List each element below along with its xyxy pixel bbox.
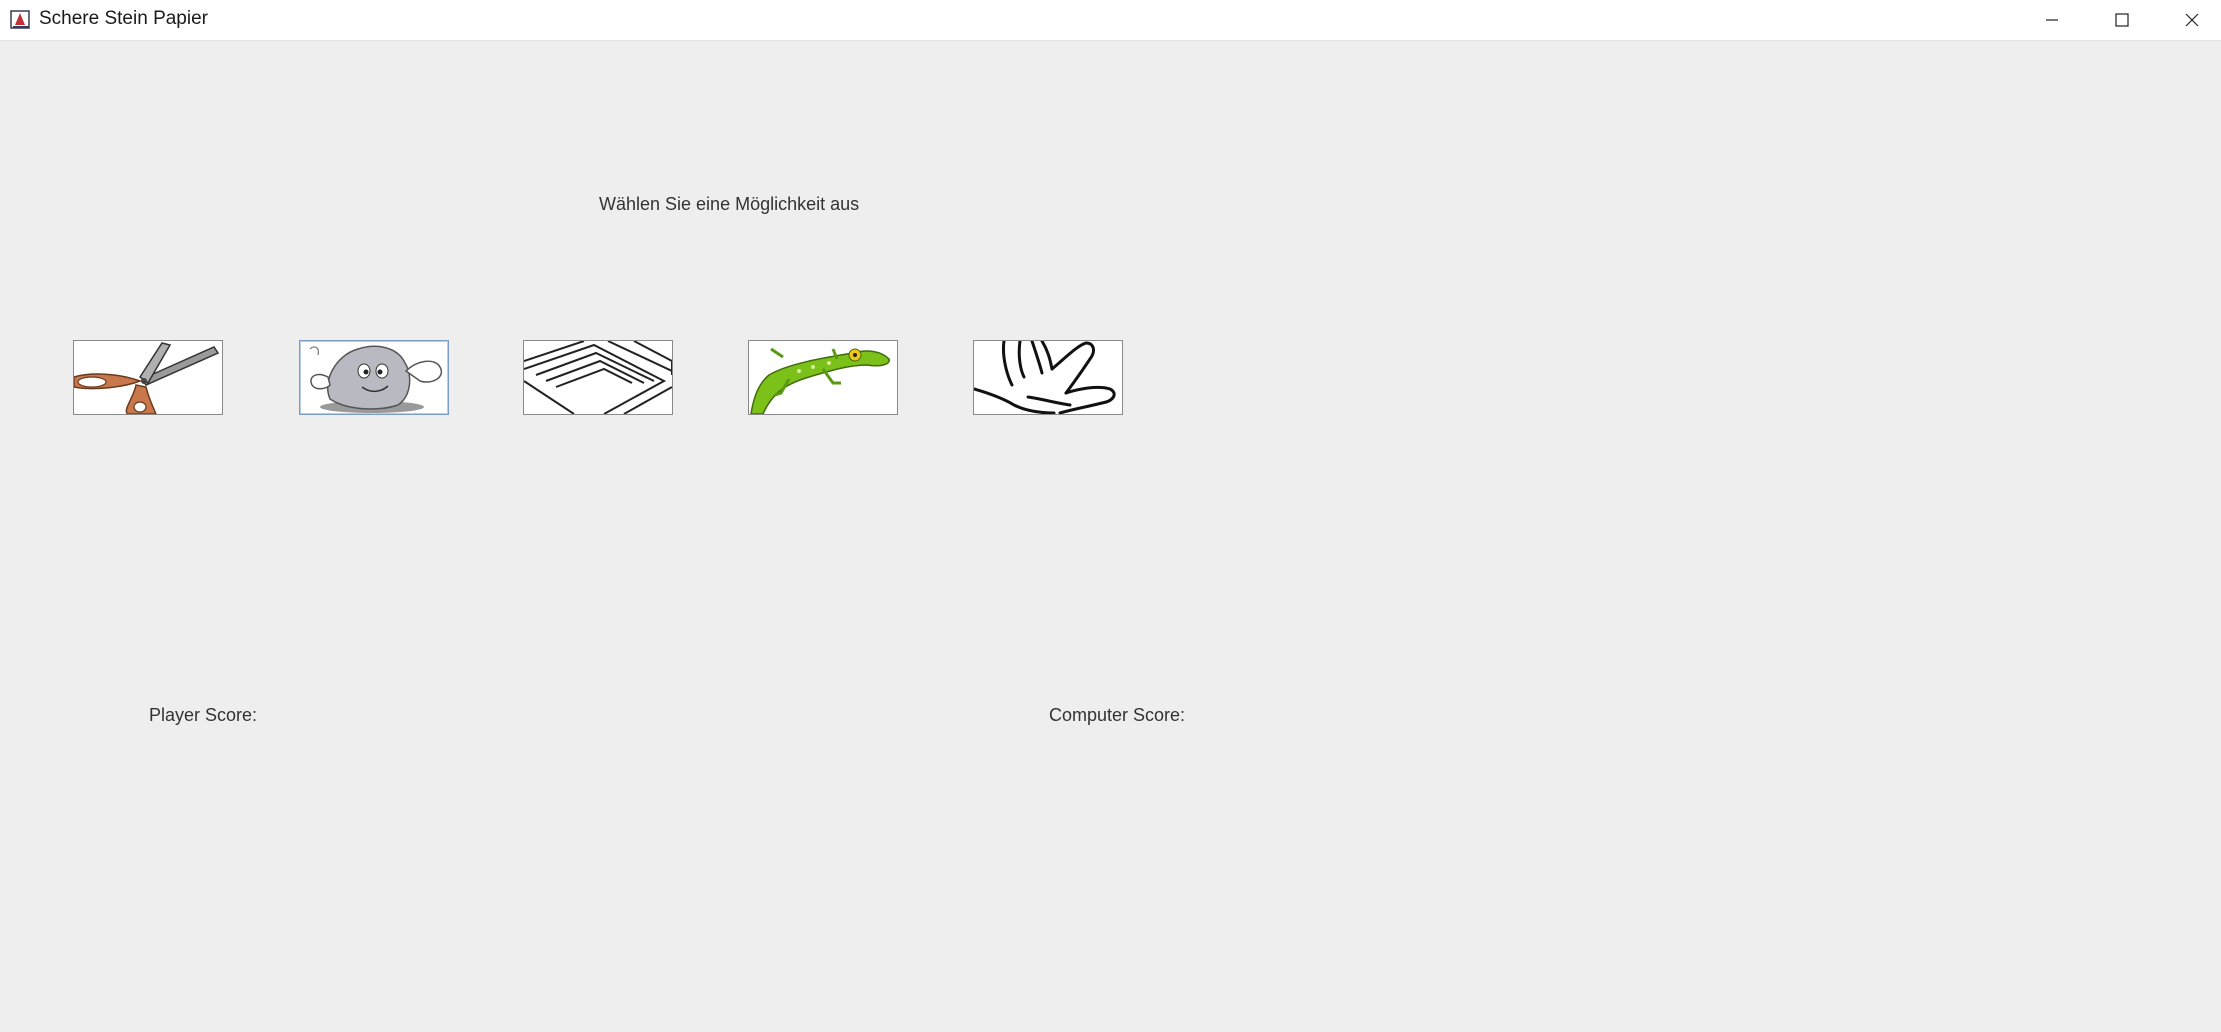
maximize-button[interactable] [2087, 0, 2157, 40]
minimize-button[interactable] [2017, 0, 2087, 40]
rock-button[interactable] [299, 340, 449, 415]
paper-button[interactable] [523, 340, 673, 415]
scissors-button[interactable] [73, 340, 223, 415]
close-icon [2185, 13, 2199, 27]
rock-icon [309, 345, 443, 413]
maximize-icon [2115, 13, 2129, 27]
title-bar: Schere Stein Papier [0, 0, 2221, 41]
window-title: Schere Stein Papier [39, 8, 208, 29]
close-button[interactable] [2157, 0, 2221, 40]
player-score-label: Player Score: [149, 705, 258, 725]
spock-hand-icon [974, 341, 1116, 414]
prompt-label: Wählen Sie eine Möglichkeit aus [599, 194, 860, 214]
lizard-button[interactable] [748, 340, 898, 415]
computer-score-label: Computer Score: [1049, 705, 1186, 725]
paper-icon [524, 341, 672, 414]
minimize-icon [2046, 19, 2058, 21]
spock-button[interactable] [973, 340, 1123, 415]
java-app-icon [9, 7, 33, 31]
scissors-icon [74, 342, 220, 414]
lizard-icon [750, 347, 890, 414]
